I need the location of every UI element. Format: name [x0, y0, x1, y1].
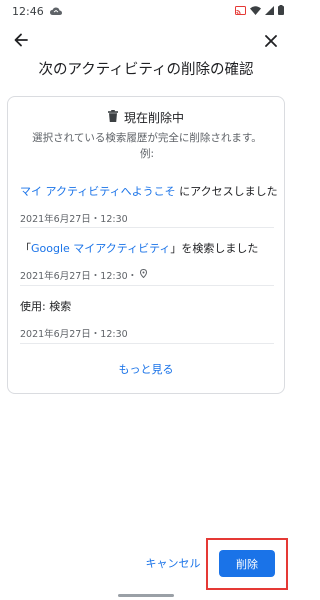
activity-suffix: にアクセスしました: [175, 185, 278, 198]
cancel-button[interactable]: キャンセル: [140, 552, 206, 574]
activity-meta: 2021年6月27日・12:30・: [20, 268, 274, 282]
card-description: 選択されている検索履歴が完全に削除されます。 例:: [20, 130, 274, 162]
deletion-preview-card: 現在削除中 選択されている検索履歴が完全に削除されます。 例: マイ アクティビ…: [7, 96, 285, 394]
card-header-label: 現在削除中: [123, 111, 184, 125]
page-title: 次のアクティビティの削除の確認: [38, 62, 254, 78]
activity-timestamp: 2021年6月27日・12:30・: [20, 271, 138, 282]
delete-button[interactable]: 削除: [219, 550, 275, 577]
activity-item: 「Google マイアクティビティ」を検索しました 2021年6月27日・12:…: [20, 240, 274, 282]
activity-item: マイ アクティビティへようこそ にアクセスしました 2021年6月27日・12:…: [20, 183, 278, 225]
close-icon: [265, 32, 277, 51]
activity-item-title: マイ アクティビティへようこそ にアクセスしました: [20, 183, 278, 199]
signal-icon: [265, 5, 274, 18]
activity-suffix: 」を検索しました: [170, 242, 259, 255]
show-more-link[interactable]: もっと見る: [8, 361, 284, 377]
divider: [20, 285, 274, 286]
activity-timestamp: 2021年6月27日・12:30: [20, 329, 128, 340]
gesture-nav-handle[interactable]: [118, 594, 174, 597]
activity-meta: 2021年6月27日・12:30: [20, 326, 274, 340]
cloud-icon: [49, 7, 62, 16]
status-time: 12:46: [12, 4, 44, 18]
app-bar: [0, 22, 292, 58]
wifi-icon: [250, 5, 261, 18]
divider: [20, 343, 274, 344]
location-pin-icon: [140, 268, 148, 281]
cast-icon: [235, 5, 246, 18]
activity-prefix: 「: [20, 242, 31, 255]
activity-meta: 2021年6月27日・12:30: [20, 211, 274, 225]
activity-item-title: 使用: 検索: [20, 300, 72, 313]
activity-item: 使用: 検索 2021年6月27日・12:30: [20, 298, 274, 340]
card-description-example: 例:: [139, 148, 155, 160]
back-button[interactable]: [10, 30, 32, 52]
battery-icon: [278, 4, 284, 18]
trash-icon: [107, 110, 118, 125]
divider: [20, 227, 274, 228]
activity-timestamp: 2021年6月27日・12:30: [20, 214, 128, 225]
close-button[interactable]: [260, 30, 282, 52]
arrow-back-icon: [14, 32, 28, 51]
status-bar: 12:46: [0, 0, 292, 22]
card-description-line: 選択されている検索履歴が完全に削除されます。: [32, 132, 262, 144]
card-header: 現在削除中: [8, 109, 284, 126]
activity-item-title: 「Google マイアクティビティ」を検索しました: [20, 240, 274, 256]
activity-link[interactable]: マイ アクティビティへようこそ: [20, 185, 176, 198]
activity-link[interactable]: Google マイアクティビティ: [31, 242, 170, 255]
